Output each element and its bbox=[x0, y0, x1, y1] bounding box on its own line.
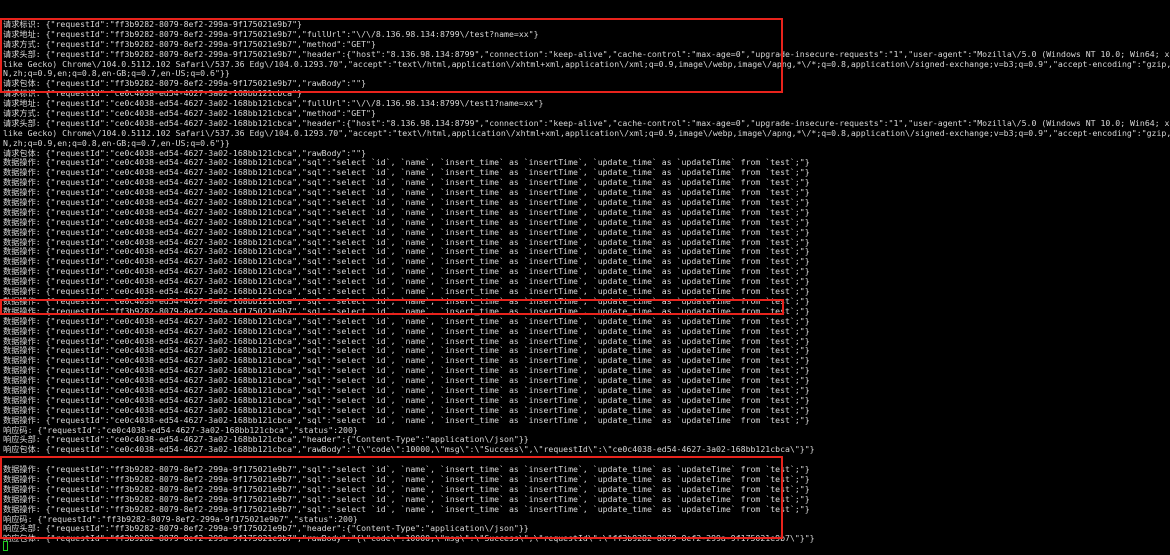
log-line: 请求头部: {"requestId":"ce0c4038-ed54-4627-3… bbox=[3, 118, 1170, 128]
log-line: like Gecko) Chrome\/104.0.5112.102 Safar… bbox=[3, 128, 1170, 138]
log-line: 数据操作: {"requestId":"ce0c4038-ed54-4627-3… bbox=[3, 198, 810, 208]
log-line: 数据操作: {"requestId":"ce0c4038-ed54-4627-3… bbox=[3, 366, 810, 376]
log-line: 数据操作: {"requestId":"ce0c4038-ed54-4627-3… bbox=[3, 405, 810, 415]
log-line: 数据操作: {"requestId":"ce0c4038-ed54-4627-3… bbox=[3, 178, 810, 188]
log-line: 数据操作: {"requestId":"ff3b9282-8079-8ef2-2… bbox=[3, 306, 810, 316]
log-line: 数据操作: {"requestId":"ff3b9282-8079-8ef2-2… bbox=[3, 504, 810, 514]
log-line: 请求方式: {"requestId":"ce0c4038-ed54-4627-3… bbox=[3, 109, 376, 119]
log-line: 请求地址: {"requestId":"ff3b9282-8079-8ef2-2… bbox=[3, 29, 539, 39]
log-line: 数据操作: {"requestId":"ce0c4038-ed54-4627-3… bbox=[3, 217, 810, 227]
log-line: 响应码: {"requestId":"ff3b9282-8079-8ef2-29… bbox=[3, 514, 358, 524]
log-line: 请求包体: {"requestId":"ce0c4038-ed54-4627-3… bbox=[3, 148, 367, 158]
log-line: 数据操作: {"requestId":"ce0c4038-ed54-4627-3… bbox=[3, 336, 810, 346]
log-line: 数据操作: {"requestId":"ff3b9282-8079-8ef2-2… bbox=[3, 474, 810, 484]
log-line: 响应码: {"requestId":"ce0c4038-ed54-4627-3a… bbox=[3, 425, 358, 435]
log-line: 数据操作: {"requestId":"ce0c4038-ed54-4627-3… bbox=[3, 385, 810, 395]
log-line: 响应包体: {"requestId":"ce0c4038-ed54-4627-3… bbox=[3, 445, 815, 455]
log-line: 数据操作: {"requestId":"ce0c4038-ed54-4627-3… bbox=[3, 207, 810, 217]
log-line: N,zh;q=0.9,en;q=0.8,en-GB;q=0.7,en-US;q=… bbox=[3, 138, 230, 148]
log-line: 请求头部: {"requestId":"ff3b9282-8079-8ef2-2… bbox=[3, 49, 1170, 59]
log-output: 请求标识: {"requestId":"ff3b9282-8079-8ef2-2… bbox=[3, 20, 1170, 544]
log-line: 数据操作: {"requestId":"ce0c4038-ed54-4627-3… bbox=[3, 227, 810, 237]
log-line: 数据操作: {"requestId":"ff3b9282-8079-8ef2-2… bbox=[3, 484, 810, 494]
log-line: 数据操作: {"requestId":"ce0c4038-ed54-4627-3… bbox=[3, 395, 810, 405]
log-line: like Gecko) Chrome\/104.0.5112.102 Safar… bbox=[3, 59, 1170, 69]
log-line: 数据操作: {"requestId":"ce0c4038-ed54-4627-3… bbox=[3, 296, 810, 306]
log-line: 请求地址: {"requestId":"ce0c4038-ed54-4627-3… bbox=[3, 99, 544, 109]
log-line: 数据操作: {"requestId":"ce0c4038-ed54-4627-3… bbox=[3, 415, 810, 425]
log-line: 数据操作: {"requestId":"ce0c4038-ed54-4627-3… bbox=[3, 188, 810, 198]
log-line: 请求标识: {"requestId":"ce0c4038-ed54-4627-3… bbox=[3, 89, 302, 99]
log-line: 响应头部: {"requestId":"ff3b9282-8079-8ef2-2… bbox=[3, 524, 529, 534]
log-line: 数据操作: {"requestId":"ff3b9282-8079-8ef2-2… bbox=[3, 465, 810, 475]
log-line: 请求方式: {"requestId":"ff3b9282-8079-8ef2-2… bbox=[3, 39, 376, 49]
log-line: 数据操作: {"requestId":"ce0c4038-ed54-4627-3… bbox=[3, 287, 810, 297]
log-line: 数据操作: {"requestId":"ce0c4038-ed54-4627-3… bbox=[3, 316, 810, 326]
log-line: 请求标识: {"requestId":"ff3b9282-8079-8ef2-2… bbox=[3, 20, 302, 29]
log-line: 数据操作: {"requestId":"ce0c4038-ed54-4627-3… bbox=[3, 356, 810, 366]
log-line: 数据操作: {"requestId":"ce0c4038-ed54-4627-3… bbox=[3, 376, 810, 386]
terminal-cursor-icon bbox=[3, 541, 8, 551]
log-line: 请求包体: {"requestId":"ff3b9282-8079-8ef2-2… bbox=[3, 79, 367, 89]
log-line: 数据操作: {"requestId":"ce0c4038-ed54-4627-3… bbox=[3, 346, 810, 356]
log-line: 数据操作: {"requestId":"ce0c4038-ed54-4627-3… bbox=[3, 277, 810, 287]
log-line: 数据操作: {"requestId":"ce0c4038-ed54-4627-3… bbox=[3, 267, 810, 277]
log-line: 响应头部: {"requestId":"ce0c4038-ed54-4627-3… bbox=[3, 435, 529, 445]
log-line: 数据操作: {"requestId":"ce0c4038-ed54-4627-3… bbox=[3, 158, 810, 168]
log-line: 数据操作: {"requestId":"ce0c4038-ed54-4627-3… bbox=[3, 168, 810, 178]
log-line: 数据操作: {"requestId":"ce0c4038-ed54-4627-3… bbox=[3, 326, 810, 336]
log-line: 数据操作: {"requestId":"ff3b9282-8079-8ef2-2… bbox=[3, 494, 810, 504]
log-line: 响应包体: {"requestId":"ff3b9282-8079-8ef2-2… bbox=[3, 534, 815, 544]
log-line: 数据操作: {"requestId":"ce0c4038-ed54-4627-3… bbox=[3, 257, 810, 267]
terminal-window[interactable]: 请求标识: {"requestId":"ff3b9282-8079-8ef2-2… bbox=[0, 0, 1170, 555]
log-line: 数据操作: {"requestId":"ce0c4038-ed54-4627-3… bbox=[3, 237, 810, 247]
log-line: 数据操作: {"requestId":"ce0c4038-ed54-4627-3… bbox=[3, 247, 810, 257]
log-line: N,zh;q=0.9,en;q=0.8,en-GB;q=0.7,en-US;q=… bbox=[3, 69, 230, 79]
